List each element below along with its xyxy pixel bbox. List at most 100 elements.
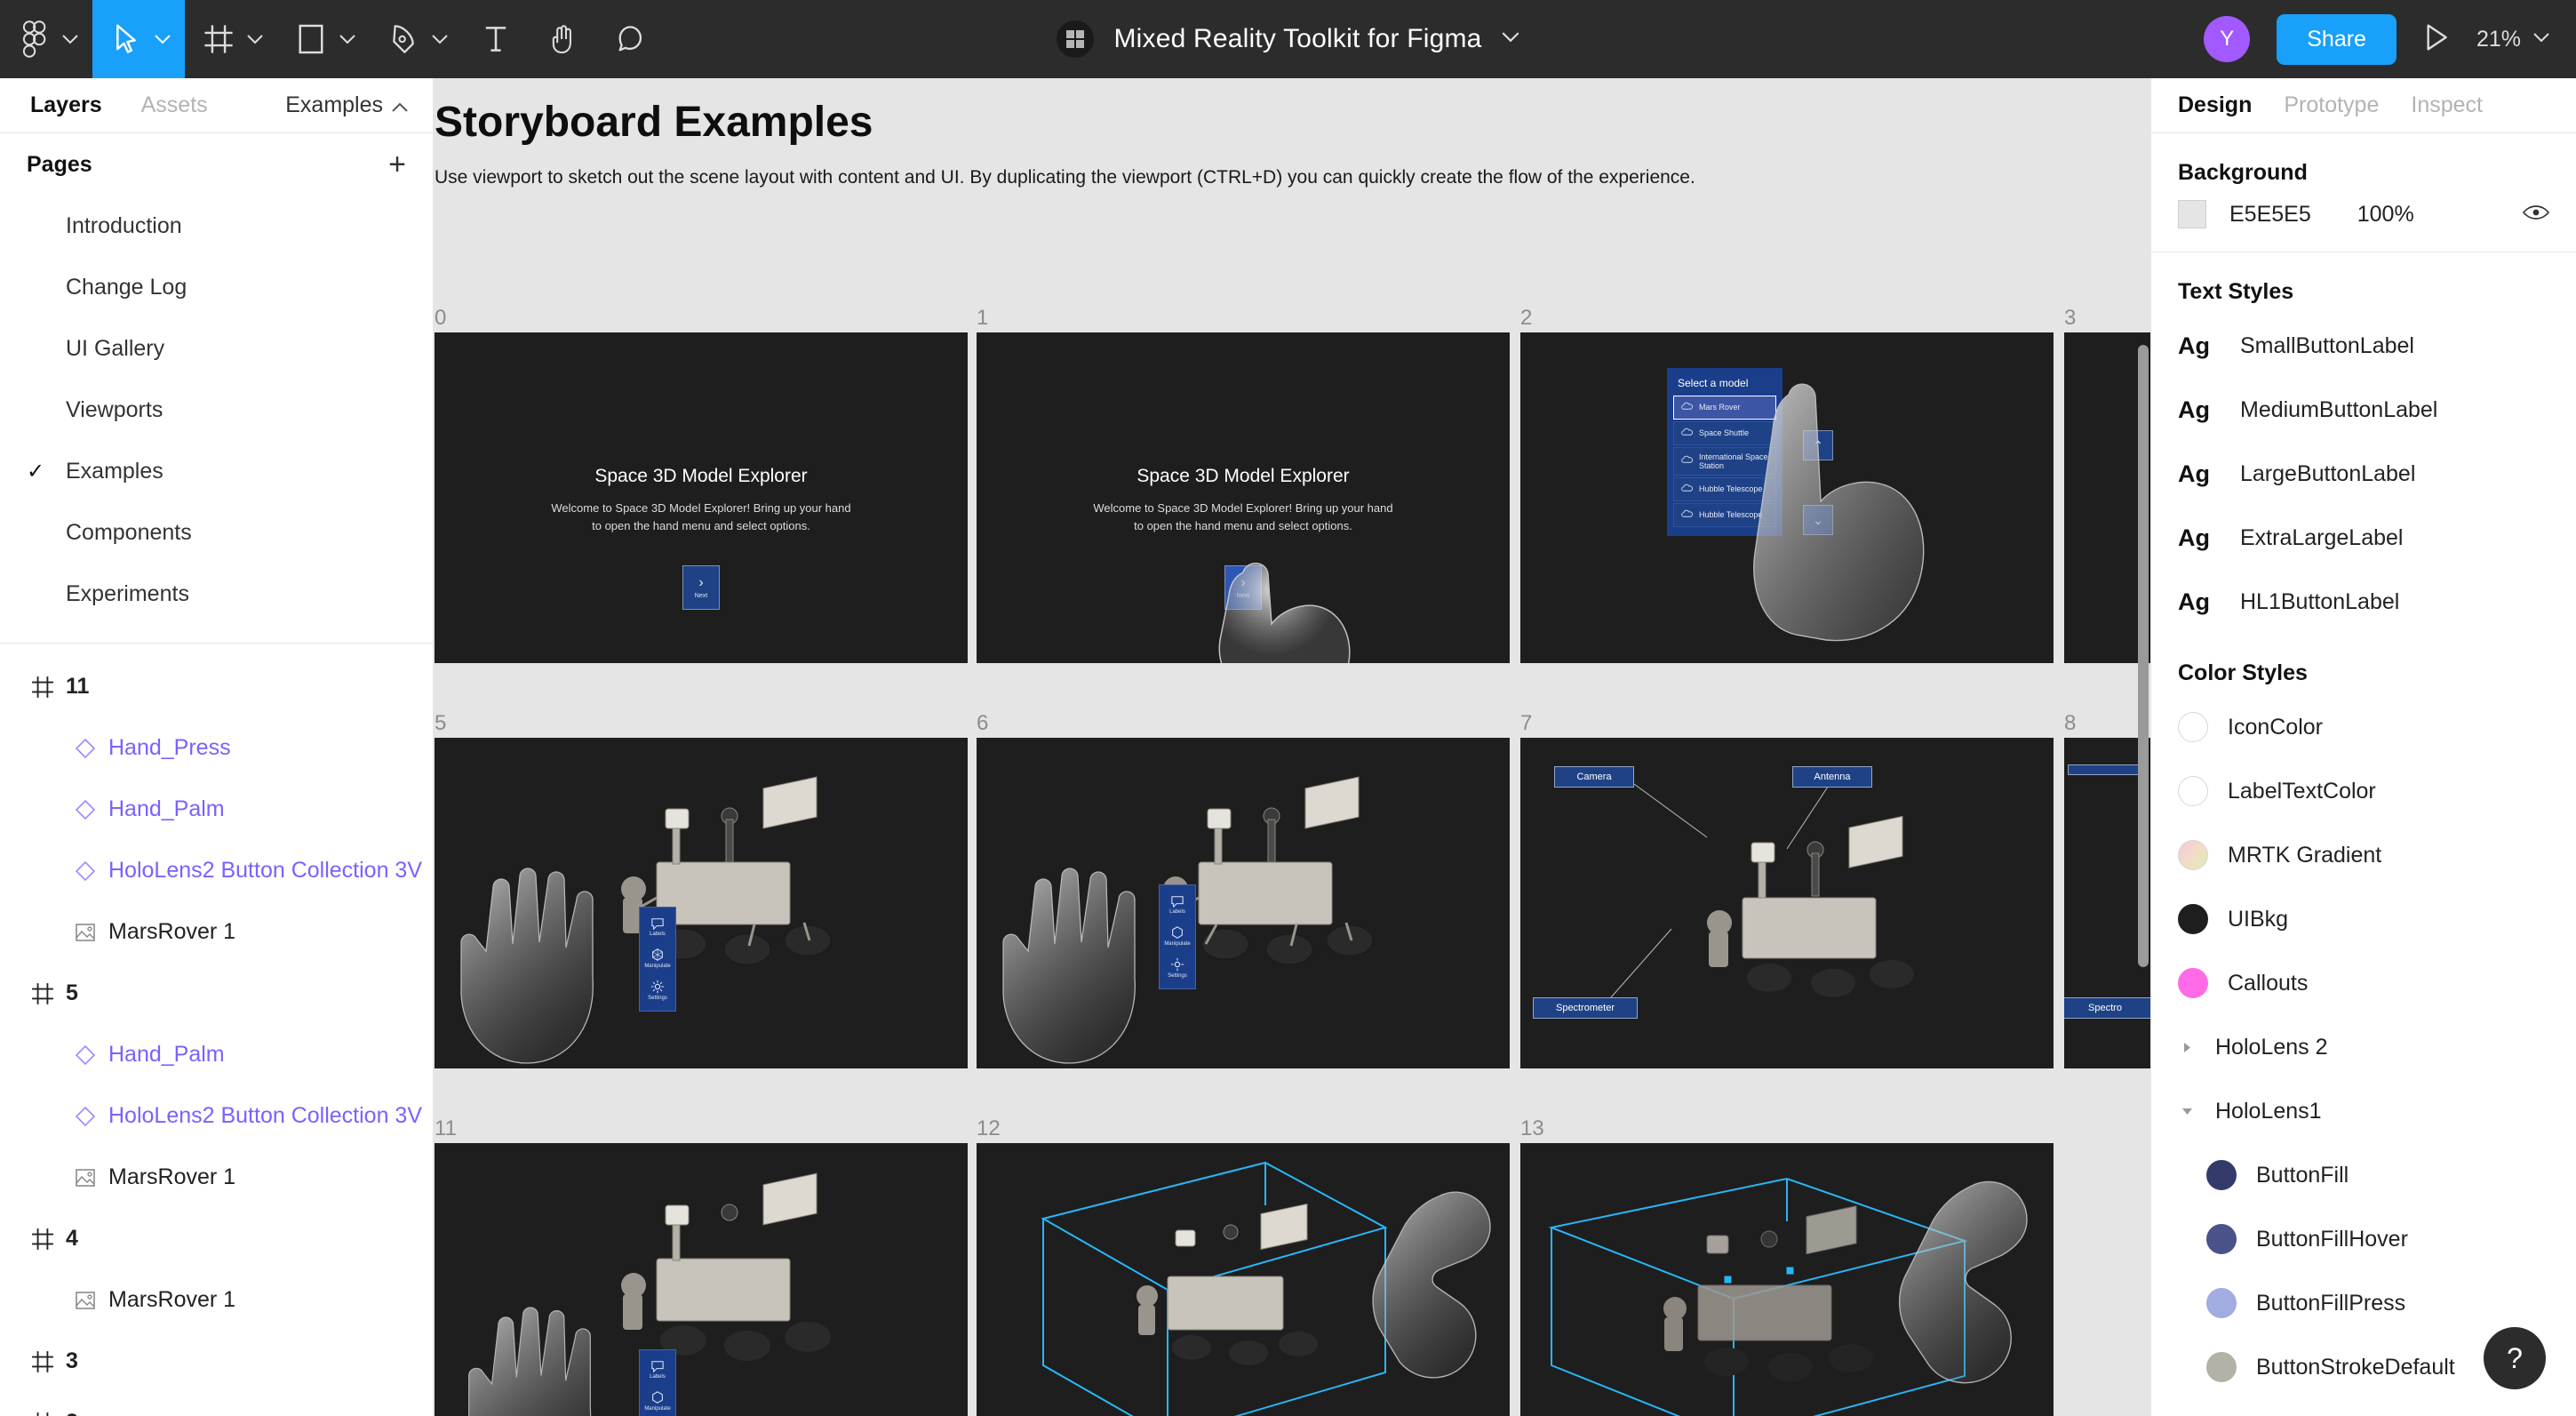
- model-item[interactable]: International Space Station: [1673, 447, 1776, 476]
- layer-row-image[interactable]: MarsRover 1: [0, 1269, 433, 1331]
- storyboard-frame-12[interactable]: [977, 1143, 1510, 1416]
- model-item[interactable]: Mars Rover: [1673, 396, 1776, 420]
- background-row[interactable]: E5E5E5 100%: [2151, 195, 2576, 252]
- current-page-chip[interactable]: Examples: [285, 92, 408, 118]
- background-opacity[interactable]: 100%: [2357, 202, 2414, 228]
- layer-row-frame[interactable]: 2: [0, 1392, 433, 1416]
- scroll-down-button[interactable]: ⌄: [1803, 505, 1833, 535]
- tab-assets[interactable]: Assets: [141, 92, 208, 118]
- hand-menu[interactable]: Labels Manipulate Settings: [1159, 884, 1196, 989]
- hand-menu-item-labels[interactable]: Labels: [1160, 892, 1195, 918]
- tab-layers[interactable]: Layers: [30, 92, 102, 118]
- color-style-iconcolor[interactable]: IconColor: [2151, 695, 2576, 759]
- color-style-uibkg[interactable]: UIBkg: [2151, 887, 2576, 951]
- page-item-components[interactable]: Components: [0, 502, 433, 564]
- page-item-viewports[interactable]: Viewports: [0, 380, 433, 441]
- color-swatch[interactable]: [2178, 904, 2208, 934]
- text-style-hl1-button-label[interactable]: Ag HL1ButtonLabel: [2151, 570, 2576, 634]
- callout-antenna[interactable]: Antenna: [1792, 766, 1872, 788]
- hand-menu[interactable]: Labels Manipulate: [639, 1349, 676, 1416]
- file-menu-chevron-icon[interactable]: [1502, 31, 1519, 47]
- hand-menu-item-labels[interactable]: Labels: [640, 1356, 675, 1383]
- page-item-change-log[interactable]: Change Log: [0, 257, 433, 318]
- help-button[interactable]: ?: [2484, 1327, 2546, 1389]
- layer-row-frame[interactable]: 3: [0, 1331, 433, 1392]
- text-style-large-button-label[interactable]: Ag LargeButtonLabel: [2151, 442, 2576, 506]
- page-item-experiments[interactable]: Experiments: [0, 564, 433, 625]
- design-canvas[interactable]: Storyboard Examples Use viewport to sket…: [435, 78, 2150, 1416]
- hand-menu[interactable]: Labels Manipulate Settings: [639, 907, 676, 1012]
- color-swatch[interactable]: [2178, 968, 2208, 998]
- layer-row-frame[interactable]: 4: [0, 1208, 433, 1269]
- share-button[interactable]: Share: [2277, 13, 2397, 65]
- frame-label[interactable]: 8: [2064, 711, 2076, 736]
- color-style-buttonfillhover[interactable]: ButtonFillHover: [2151, 1207, 2576, 1271]
- color-swatch[interactable]: [2178, 776, 2208, 806]
- text-tool-button[interactable]: [462, 0, 530, 78]
- tab-inspect[interactable]: Inspect: [2411, 92, 2483, 118]
- layer-row-component[interactable]: Hand_Palm: [0, 1024, 433, 1085]
- move-tool-button[interactable]: [92, 0, 185, 78]
- callout-spectrometer[interactable]: Spectrometer: [1533, 997, 1638, 1019]
- figma-menu-button[interactable]: [0, 0, 92, 78]
- storyboard-frame-11[interactable]: Labels Manipulate: [435, 1143, 968, 1416]
- frame-label[interactable]: 6: [977, 711, 988, 736]
- hand-menu-item-labels[interactable]: Labels: [640, 914, 675, 940]
- avatar[interactable]: Y: [2204, 16, 2251, 62]
- hand-menu-item-settings[interactable]: Settings: [640, 976, 675, 1004]
- zoom-control[interactable]: 21%: [2476, 27, 2549, 52]
- frame-label[interactable]: 12: [977, 1116, 1001, 1141]
- shape-tool-button[interactable]: [277, 0, 370, 78]
- color-style-buttonfill[interactable]: ButtonFill: [2151, 1143, 2576, 1207]
- model-item[interactable]: Space Shuttle: [1673, 421, 1776, 445]
- layer-row-component[interactable]: HoloLens2 Button Collection 3V: [0, 1085, 433, 1147]
- model-item[interactable]: Hubble Telescope: [1673, 477, 1776, 501]
- hand-menu-item-manipulate[interactable]: Manipulate: [640, 1387, 675, 1415]
- background-swatch[interactable]: [2178, 200, 2206, 228]
- callout-partial[interactable]: [2068, 764, 2148, 775]
- page-item-examples[interactable]: ✓ Examples: [0, 441, 433, 502]
- color-style-labeltextcolor[interactable]: LabelTextColor: [2151, 759, 2576, 823]
- next-button[interactable]: › Next: [682, 565, 720, 610]
- layer-row-frame[interactable]: 11: [0, 656, 433, 717]
- color-group-hololens1[interactable]: HoloLens1: [2151, 1079, 2576, 1143]
- frame-tool-button[interactable]: [185, 0, 277, 78]
- layer-row-image[interactable]: MarsRover 1: [0, 1147, 433, 1208]
- eye-icon[interactable]: [2522, 204, 2550, 226]
- frame-label[interactable]: 7: [1520, 711, 1532, 736]
- next-button[interactable]: › Next: [1224, 565, 1262, 610]
- comment-tool-button[interactable]: [597, 0, 665, 78]
- color-style-mrtk-gradient[interactable]: MRTK Gradient: [2151, 823, 2576, 887]
- frame-label[interactable]: 1: [977, 306, 988, 331]
- file-title[interactable]: Mixed Reality Toolkit for Figma: [1113, 24, 1481, 54]
- layer-row-component[interactable]: Hand_Press: [0, 717, 433, 779]
- frame-label[interactable]: 11: [435, 1116, 457, 1141]
- color-style-callouts[interactable]: Callouts: [2151, 951, 2576, 1015]
- color-swatch[interactable]: [2206, 1288, 2237, 1318]
- page-item-ui-gallery[interactable]: UI Gallery: [0, 318, 433, 380]
- hand-menu-item-settings[interactable]: Settings: [1160, 954, 1195, 982]
- hand-tool-button[interactable]: [530, 0, 597, 78]
- color-swatch[interactable]: [2206, 1352, 2237, 1382]
- color-swatch[interactable]: [2206, 1224, 2237, 1254]
- text-style-extra-large-label[interactable]: Ag ExtraLargeLabel: [2151, 506, 2576, 570]
- frame-label[interactable]: 3: [2064, 306, 2076, 331]
- color-style-buttonfillpress[interactable]: ButtonFillPress: [2151, 1271, 2576, 1335]
- storyboard-frame-0[interactable]: Space 3D Model Explorer Welcome to Space…: [435, 332, 968, 663]
- layer-row-component[interactable]: HoloLens2 Button Collection 3V: [0, 840, 433, 901]
- hand-menu-item-manipulate[interactable]: Manipulate: [640, 944, 675, 972]
- scroll-up-button[interactable]: ⌃: [1803, 430, 1833, 460]
- tab-design[interactable]: Design: [2178, 92, 2252, 118]
- storyboard-frame-2[interactable]: Select a model Mars Rover Space Shuttle: [1520, 332, 2054, 663]
- frame-label[interactable]: 2: [1520, 306, 1532, 331]
- frame-label[interactable]: 13: [1520, 1116, 1544, 1141]
- frame-label[interactable]: 5: [435, 711, 446, 736]
- color-swatch[interactable]: [2206, 1160, 2237, 1190]
- pen-tool-button[interactable]: [370, 0, 462, 78]
- color-swatch[interactable]: [2178, 840, 2208, 870]
- storyboard-frame-13[interactable]: [1520, 1143, 2054, 1416]
- color-group-hololens-2[interactable]: HoloLens 2: [2151, 1015, 2576, 1079]
- storyboard-frame-1[interactable]: Space 3D Model Explorer Welcome to Space…: [977, 332, 1510, 663]
- hand-menu-item-manipulate[interactable]: Manipulate: [1160, 922, 1195, 950]
- tab-prototype[interactable]: Prototype: [2284, 92, 2379, 118]
